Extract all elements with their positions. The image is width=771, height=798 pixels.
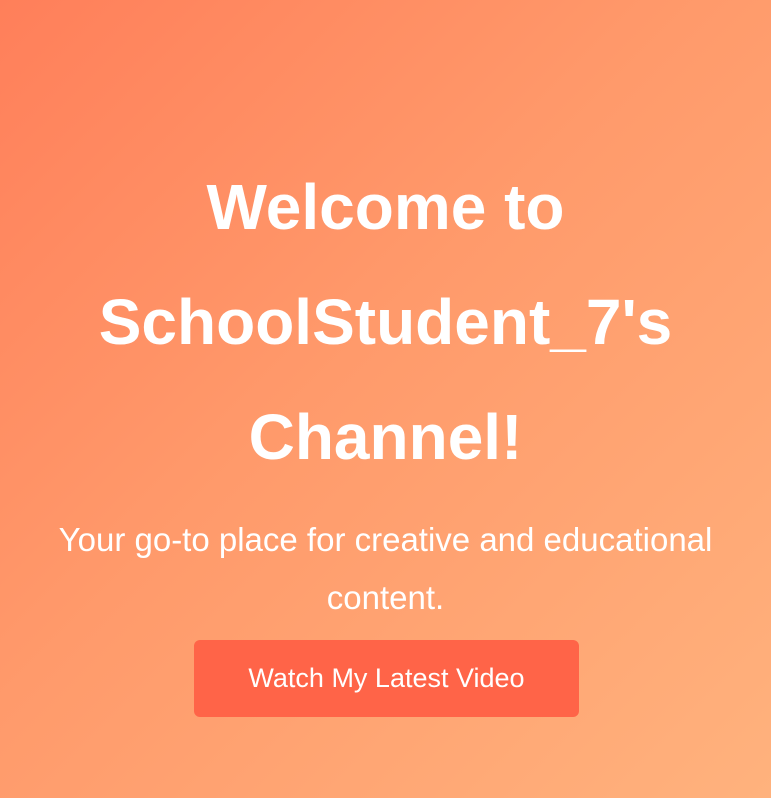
hero-subtitle: Your go-to place for creative and educat… <box>58 521 713 616</box>
hero-section: Welcome to SchoolStudent_7's Channel! Yo… <box>0 0 771 798</box>
hero-title: Welcome to SchoolStudent_7's Channel! <box>98 171 673 473</box>
watch-latest-video-button[interactable]: Watch My Latest Video <box>194 640 579 717</box>
